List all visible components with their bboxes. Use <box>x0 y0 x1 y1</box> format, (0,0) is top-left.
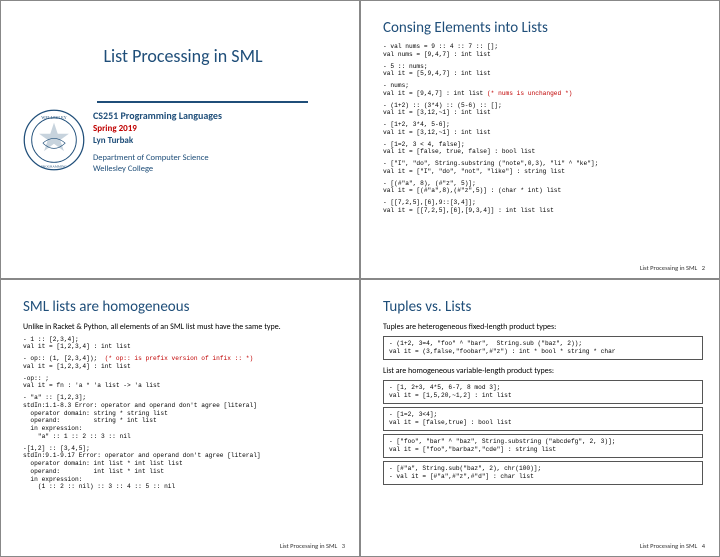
page-number: 4 <box>702 542 705 550</box>
title: List Processing in SML <box>23 45 343 67</box>
course-text: CS251 Programming Languages Spring 2019 … <box>93 109 222 176</box>
title: Consing Elements into Lists <box>383 19 703 37</box>
course-block: WELLESLEY PROGRAMMING CS251 Programming … <box>23 109 343 176</box>
code-block: - [1+2, 3*4, 5-6]; val it = [3,12,~1] : … <box>383 121 703 137</box>
code-block: - (1+2) :: (3*4) :: (5-6) :: []; val it … <box>383 102 703 118</box>
code-box: - ["foo", "bar" ^ "baz", String.substrin… <box>383 434 703 458</box>
footer-text: List Processing in SML <box>640 542 697 550</box>
code-comment: (* op:: is prefix version of infix :: *) <box>105 355 254 362</box>
slide-4: Tuples vs. Lists Tuples are heterogeneou… <box>360 279 720 557</box>
code-block: - [[7,2,5],[6],9::[3,4]]; val it = [[7,2… <box>383 199 703 215</box>
code-text: - nums; val it = [9,4,7] : int list <box>383 82 487 97</box>
code-block: -op:: ; val it = fn : 'a * 'a list -> 'a… <box>23 375 343 391</box>
college-seal-icon: WELLESLEY PROGRAMMING <box>23 109 85 171</box>
page-number: 3 <box>342 542 345 550</box>
code-block: - 5 :: nums; val it = [5,9,4,7] : int li… <box>383 63 703 79</box>
svg-text:PROGRAMMING: PROGRAMMING <box>41 164 67 168</box>
code-block: - [1=2, 3 < 4, false]; val it = [false, … <box>383 141 703 157</box>
code-text: - op:: (1, [2,3,4]); <box>23 355 105 362</box>
slide-2: Consing Elements into Lists - val nums =… <box>360 0 720 279</box>
code-block: - 1 :: [2,3,4]; val it = [1,2,3,4] : int… <box>23 336 343 352</box>
slide-3: SML lists are homogeneous Unlike in Rack… <box>0 279 360 557</box>
divider <box>97 101 308 103</box>
course-term: Spring 2019 <box>93 123 222 135</box>
code-comment: (* nums is unchanged *) <box>487 90 572 97</box>
code-text: val it = [1,2,3,4] : int list <box>23 363 131 370</box>
title: Tuples vs. Lists <box>383 298 703 316</box>
code-block: -[1,2] :: [3,4,5]; stdIn:9.1-9.17 Error:… <box>23 445 343 492</box>
page-number: 2 <box>702 264 705 272</box>
course-prof: Lyn Turbak <box>93 135 222 147</box>
code-box: - [1, 2+3, 4*5, 6-7, 8 mod 3]; val it = … <box>383 380 703 404</box>
footer: List Processing in SML 4 <box>640 542 705 550</box>
section-text: Tuples are heterogeneous fixed-length pr… <box>383 322 703 332</box>
code-box: - (1+2, 3=4, "foo" ^ "bar", String.sub (… <box>383 336 703 360</box>
slide-grid: List Processing in SML WELLESLEY PROGRAM… <box>0 0 720 557</box>
svg-text:WELLESLEY: WELLESLEY <box>41 115 67 120</box>
footer: List Processing in SML 3 <box>280 542 345 550</box>
title: SML lists are homogeneous <box>23 298 343 316</box>
code-block: - "a" :: [1,2,3]; stdIn:1.1-8.3 Error: o… <box>23 394 343 441</box>
intro-text: Unlike in Racket & Python, all elements … <box>23 322 343 332</box>
code-block: - nums; val it = [9,4,7] : int list (* n… <box>383 82 703 98</box>
footer-text: List Processing in SML <box>280 542 337 550</box>
slide-1: List Processing in SML WELLESLEY PROGRAM… <box>0 0 360 279</box>
code-box: - [#"a", String.sub("baz", 2), chr(100)]… <box>383 461 703 485</box>
course-dept: Department of Computer Science <box>93 153 222 164</box>
course-college: Wellesley College <box>93 164 222 175</box>
code-block: - op:: (1, [2,3,4]); (* op:: is prefix v… <box>23 355 343 371</box>
section-text: List are homogeneous variable-length pro… <box>383 366 703 376</box>
code-box: - [1=2, 3<4]; val it = [false,true] : bo… <box>383 407 703 431</box>
footer-text: List Processing in SML <box>640 264 697 272</box>
code-block: - [(#"a", 8), (#"z", 5)]; val it = [(#"a… <box>383 180 703 196</box>
code-block: - val nums = 9 :: 4 :: 7 :: []; val nums… <box>383 43 703 59</box>
footer: List Processing in SML 2 <box>640 264 705 272</box>
code-block: - ["I", "do", String.substring ("note",0… <box>383 160 703 176</box>
course-name: CS251 Programming Languages <box>93 109 222 123</box>
